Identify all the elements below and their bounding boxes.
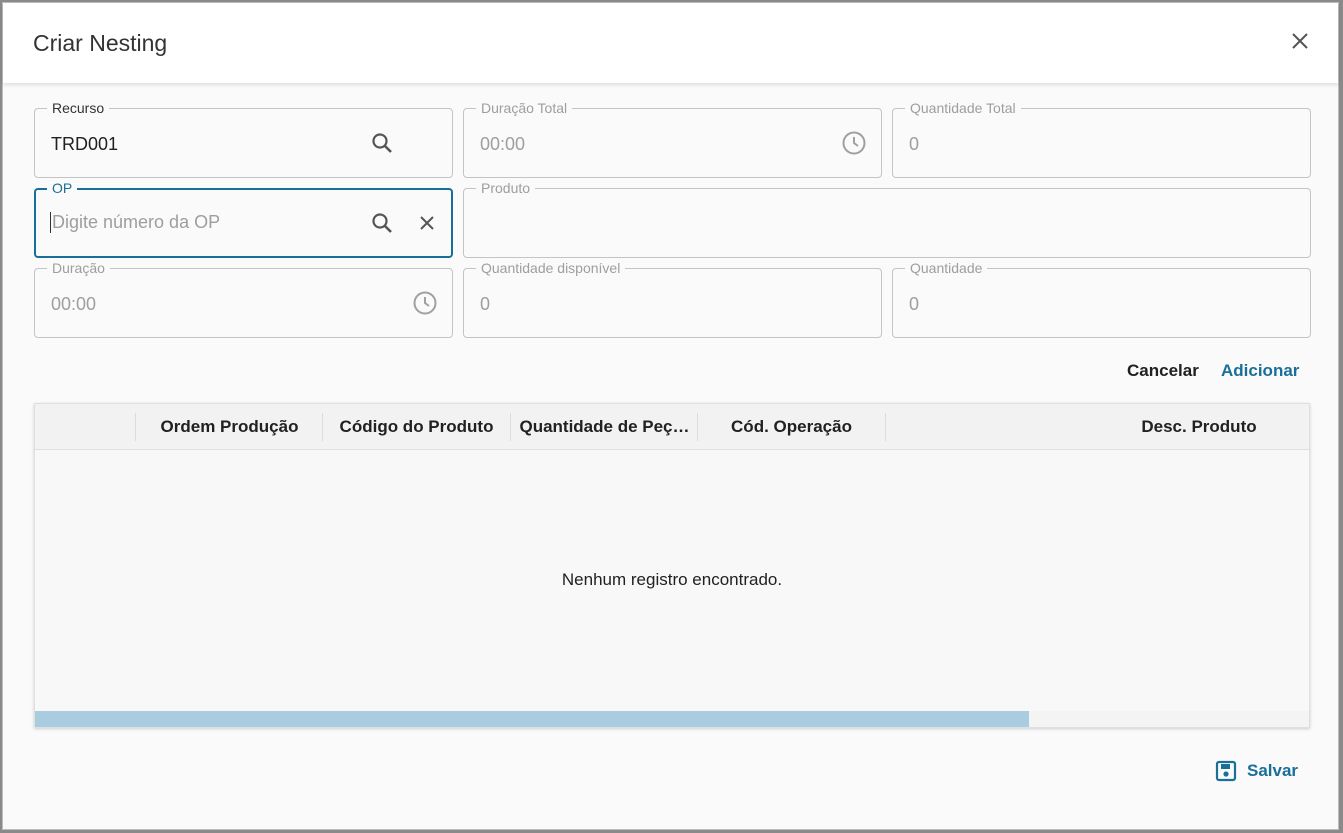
duracao-value: 00:00 — [51, 294, 97, 314]
duracao-field: Duração 00:00 — [34, 260, 453, 338]
clear-icon[interactable] — [413, 209, 441, 237]
empty-state-message: Nenhum registro encontrado. — [561, 570, 783, 589]
column-header-desc-produto[interactable]: Desc. Produto — [1115, 404, 1283, 450]
clock-icon — [840, 129, 868, 157]
duracao-total-field: Duração Total 00:00 — [463, 100, 882, 178]
save-icon — [1215, 760, 1237, 782]
quantidade-disponivel-value: 0 — [480, 294, 491, 314]
quantidade-field[interactable]: Quantidade 0 — [892, 260, 1311, 338]
duracao-total-label: Duração Total — [476, 100, 573, 116]
quantidade-value: 0 — [909, 294, 920, 314]
column-divider[interactable] — [510, 413, 511, 441]
duracao-label: Duração — [47, 260, 110, 276]
column-divider[interactable] — [885, 413, 886, 441]
recurso-label: Recurso — [47, 100, 110, 116]
dialog-header: Criar Nesting — [3, 3, 1338, 83]
quantidade-label: Quantidade — [905, 260, 988, 276]
quantidade-total-label: Quantidade Total — [905, 100, 1021, 116]
produto-label: Produto — [476, 180, 536, 196]
duracao-total-value: 00:00 — [480, 134, 526, 154]
save-button[interactable]: Salvar — [1215, 760, 1298, 782]
scrollbar-thumb[interactable] — [35, 711, 1029, 727]
op-label: OP — [47, 180, 78, 196]
quantidade-disponivel-label: Quantidade disponível — [476, 260, 626, 276]
column-header-codigo-produto[interactable]: Código do Produto — [323, 404, 510, 450]
dialog-title: Criar Nesting — [33, 30, 168, 56]
quantidade-total-value: 0 — [909, 134, 920, 154]
items-grid: Ordem Produção Código do Produto Quantid… — [34, 403, 1310, 728]
create-nesting-dialog: Criar Nesting Recurso TRD001 Duração Tot… — [2, 2, 1339, 830]
cancel-button[interactable]: Cancelar — [1127, 361, 1199, 381]
column-header-quantidade-pecas[interactable]: Quantidade de Peç… — [513, 404, 696, 450]
quantidade-disponivel-field: Quantidade disponível 0 — [463, 260, 882, 338]
horizontal-scrollbar[interactable] — [35, 711, 1309, 727]
quantidade-total-field: Quantidade Total 0 — [892, 100, 1311, 178]
add-button[interactable]: Adicionar — [1221, 361, 1299, 381]
column-header-ordem-producao[interactable]: Ordem Produção — [136, 404, 323, 450]
search-icon[interactable] — [368, 129, 396, 157]
recurso-field[interactable]: Recurso TRD001 — [34, 100, 453, 178]
produto-field: Produto — [463, 180, 1311, 258]
clock-icon — [411, 289, 439, 317]
column-header-cod-operacao[interactable]: Cód. Operação — [698, 404, 885, 450]
op-field[interactable]: OP — [34, 180, 453, 258]
recurso-value: TRD001 — [51, 134, 119, 154]
grid-header: Ordem Produção Código do Produto Quantid… — [35, 404, 1309, 450]
op-input[interactable] — [50, 212, 350, 233]
close-icon[interactable] — [1288, 29, 1312, 53]
search-icon[interactable] — [368, 209, 396, 237]
save-label: Salvar — [1247, 761, 1299, 780]
